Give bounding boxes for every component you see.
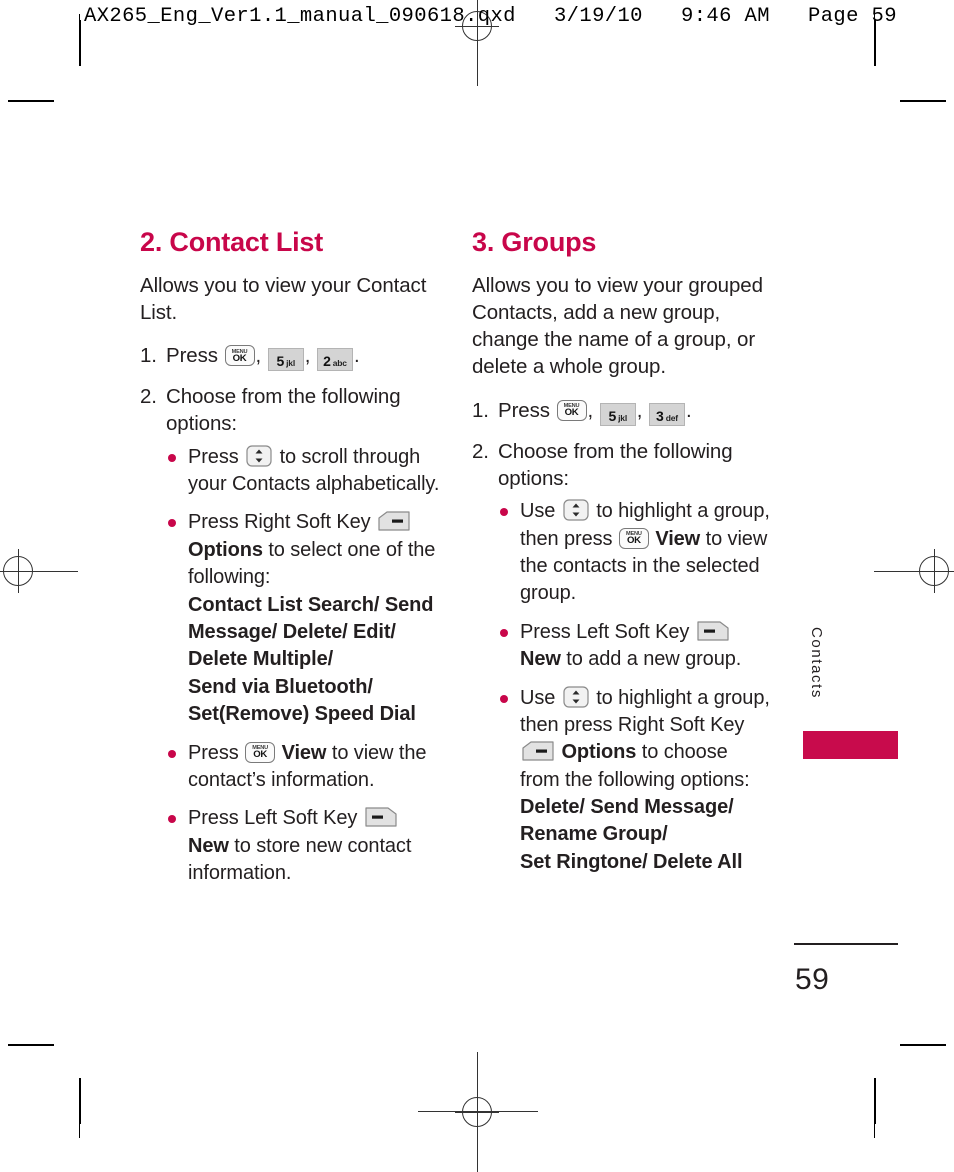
step-item-choose-options: 2. Choose from the following options: Pr… xyxy=(140,383,440,887)
footer-rule xyxy=(794,943,898,945)
intro-text-contact-list: Allows you to view your Contact List. xyxy=(140,273,427,324)
bullet-bold-view: View xyxy=(281,741,327,764)
key-period: . xyxy=(353,344,360,368)
key-separator: , xyxy=(255,344,262,368)
numeric-key-icon-2: 2 abc xyxy=(316,348,353,372)
page-number: 59 xyxy=(795,963,830,996)
key-separator: , xyxy=(304,344,311,368)
numeric-key-icon-3: 3 def xyxy=(648,402,685,426)
menu-ok-key-icon: MENU OK xyxy=(245,741,276,763)
bullet-text-post: to add a new group. xyxy=(566,648,742,671)
list-item-highlight-view-group: Use to highlight a group, then press MEN… xyxy=(498,498,772,608)
left-soft-key-icon xyxy=(365,807,397,827)
step-label-press: Press xyxy=(166,344,218,368)
key-period: . xyxy=(685,398,692,422)
bullet-text-pre: Use xyxy=(520,500,556,523)
list-item-left-soft-key-new-group: Press Left Soft Key New to add a new gro… xyxy=(498,619,772,674)
step-number: 2. xyxy=(472,439,489,463)
menu-ok-key-icon: MENU OK xyxy=(618,527,649,549)
menu-ok-key-icon: MENU OK xyxy=(556,399,587,421)
side-tab-label-contacts: Contacts xyxy=(808,627,825,699)
bullet-list-contact-list: Press to scroll through your Contacts al… xyxy=(166,444,440,888)
bullet-bold-view: View xyxy=(655,527,701,550)
step-number: 1. xyxy=(472,398,489,422)
bullet-text-pre: Use xyxy=(520,686,556,709)
right-column: 3. Groups Allows you to view your groupe… xyxy=(472,227,772,888)
numeric-key-icon-5: 5 jkl xyxy=(267,348,304,372)
left-soft-key-icon xyxy=(697,621,729,641)
manual-page: 2. Contact List Allows you to view your … xyxy=(0,0,954,1145)
step-item-press-keys: 1. Press MENU OK , 5 jkl , 3 def . xyxy=(472,397,772,426)
list-item-left-soft-key-new: Press Left Soft Key New to store new con… xyxy=(166,805,440,887)
options-list-groups: Delete/ Send Message/ Rename Group/ Set … xyxy=(520,796,743,873)
side-tab-block xyxy=(803,731,898,759)
key-separator: , xyxy=(587,398,594,422)
list-item-right-soft-key-options: Press Right Soft Key Options to select o… xyxy=(166,509,440,728)
bullet-list-groups: Use to highlight a group, then press MEN… xyxy=(498,498,772,876)
bullet-bold-options: Options xyxy=(561,741,637,764)
page-title-groups: 3. Groups xyxy=(472,227,597,257)
step-number: 2. xyxy=(140,385,157,409)
list-item-highlight-group-options: Use to highlight a group, then press Rig… xyxy=(498,685,772,877)
step-number: 1. xyxy=(140,344,157,368)
step-item-press-keys: 1. Press MENU OK , 5 jkl , 2 abc . xyxy=(140,342,440,372)
nav-updown-key-icon xyxy=(563,499,589,521)
bullet-text-mid: to highlight a group, then press Right S… xyxy=(520,686,770,736)
page-title-contact-list: 2. Contact List xyxy=(140,227,324,257)
list-item-view-contact: Press MENU OK View to view the contact’s… xyxy=(166,740,440,795)
bullet-text-pre: Press xyxy=(188,445,239,468)
menu-ok-key-icon: MENU OK xyxy=(224,345,255,367)
step-text: Choose from the following options: xyxy=(166,385,401,436)
list-item-scroll: Press to scroll through your Contacts al… xyxy=(166,444,440,499)
bullet-text-pre: Press Left Soft Key xyxy=(188,807,358,830)
step-text: Choose from the following options: xyxy=(498,439,733,490)
bullet-bold-new: New xyxy=(188,834,229,857)
steps-list-groups: 1. Press MENU OK , 5 jkl , 3 def . 2. Choo… xyxy=(472,397,772,877)
nav-updown-key-icon xyxy=(246,445,272,467)
intro-text-groups: Allows you to view your grouped Contacts… xyxy=(472,273,763,379)
right-soft-key-icon xyxy=(522,741,554,761)
right-soft-key-icon xyxy=(378,511,410,532)
key-separator: , xyxy=(636,398,643,422)
numeric-key-icon-5: 5 jkl xyxy=(599,402,636,426)
bullet-text-pre: Press xyxy=(188,741,239,764)
nav-updown-key-icon xyxy=(563,685,589,708)
options-list-contact-list: Contact List Search/ Send Message/ Delet… xyxy=(188,593,434,726)
steps-list-contact-list: 1. Press MENU OK , 5 jkl , 2 abc . 2. Choo… xyxy=(140,342,440,887)
step-label-press: Press xyxy=(498,398,550,422)
left-column: 2. Contact List Allows you to view your … xyxy=(140,227,440,900)
bullet-bold-options: Options xyxy=(188,538,263,561)
bullet-bold-new: New xyxy=(520,648,561,671)
bullet-text-pre: Press Right Soft Key xyxy=(188,511,371,534)
bullet-text-pre: Press Left Soft Key xyxy=(520,620,690,643)
step-item-choose-options: 2. Choose from the following options: Us… xyxy=(472,438,772,877)
